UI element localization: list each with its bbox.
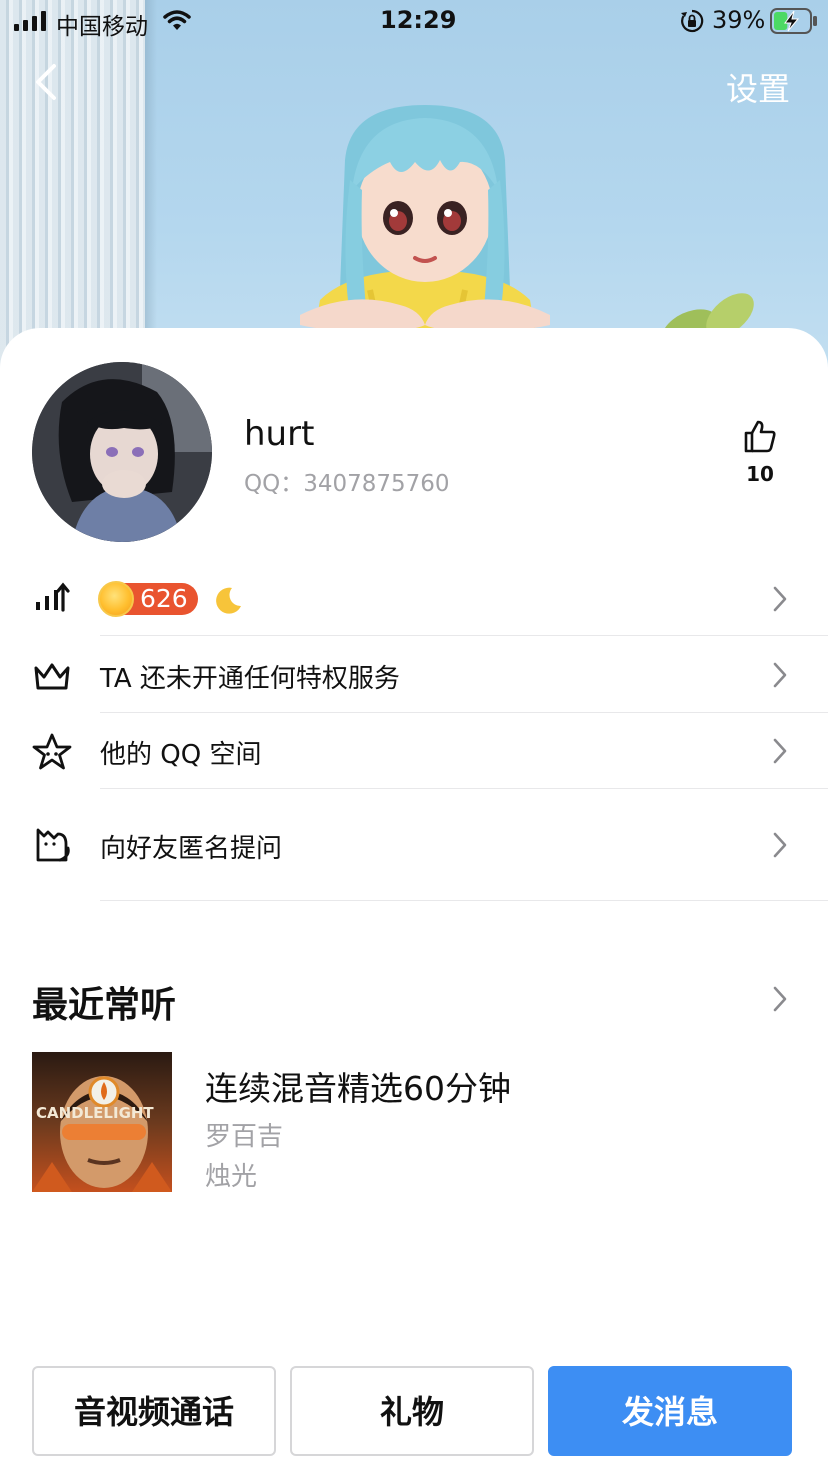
song-name[interactable]: 连续混音精选60分钟 (205, 1062, 511, 1110)
settings-button[interactable]: 设置 (726, 64, 790, 110)
back-button[interactable] (30, 60, 66, 104)
status-bar: 中国移动 12:29 39% (0, 0, 828, 44)
level-badge: 626 (98, 581, 198, 617)
privilege-label: TA 还未开通任何特权服务 (100, 664, 400, 694)
divider (100, 712, 828, 713)
cat-box-icon (36, 828, 70, 862)
level-value: 626 (140, 584, 188, 613)
nickname: hurt (244, 414, 315, 454)
divider (100, 900, 828, 901)
sun-coin-icon (98, 581, 134, 617)
artist-name: 罗百吉 (205, 1122, 284, 1152)
wifi-icon (163, 10, 191, 30)
recent-music-title: 最近常听 (32, 985, 177, 1026)
qzone-row[interactable]: 他的 QQ 空间 (0, 714, 828, 790)
orientation-lock-icon (681, 9, 704, 33)
profile-background[interactable] (0, 0, 828, 380)
signal-icon (14, 11, 46, 31)
music-more-chevron-icon[interactable] (770, 984, 790, 1014)
chevron-right-icon (773, 586, 787, 612)
carrier-name: 中国移动 (56, 14, 148, 40)
avatar-image (32, 362, 212, 542)
divider (100, 788, 828, 789)
moon-icon (216, 587, 241, 614)
battery-charging-icon (770, 8, 817, 34)
crown-icon (34, 663, 70, 690)
qq-number: QQ：3407875760 (244, 471, 450, 497)
background-shadow (145, 0, 157, 380)
level-up-icon (36, 582, 70, 612)
cover-text: CANDLELIGHT (36, 1104, 154, 1122)
chevron-right-icon (773, 662, 787, 688)
cartoon-avatar-figure (300, 105, 550, 360)
divider (100, 635, 828, 636)
album-cover[interactable]: CANDLELIGHT (32, 1052, 172, 1192)
like-count: 10 (746, 462, 774, 486)
privilege-row[interactable]: TA 还未开通任何特权服务 (0, 638, 828, 714)
star-icon (32, 733, 72, 770)
chevron-right-icon (773, 738, 787, 764)
album-cover-image: CANDLELIGHT (32, 1052, 172, 1192)
anon-question-row[interactable]: 向好友匿名提问 (0, 790, 828, 902)
send-message-button[interactable]: 发消息 (548, 1366, 792, 1456)
gift-button[interactable]: 礼物 (290, 1366, 534, 1456)
chevron-right-icon (773, 832, 787, 858)
avatar[interactable] (32, 362, 212, 542)
qzone-label: 他的 QQ 空间 (100, 740, 262, 770)
thumbs-up-icon (744, 420, 776, 453)
background-curtain (0, 0, 145, 380)
anon-question-label: 向好友匿名提问 (100, 834, 283, 864)
battery-percent: 39% (712, 6, 766, 34)
like-button[interactable]: 10 (738, 418, 782, 488)
clock-time: 12:29 (380, 6, 457, 34)
album-name: 烛光 (205, 1162, 258, 1192)
av-call-button[interactable]: 音视频通话 (32, 1366, 276, 1456)
